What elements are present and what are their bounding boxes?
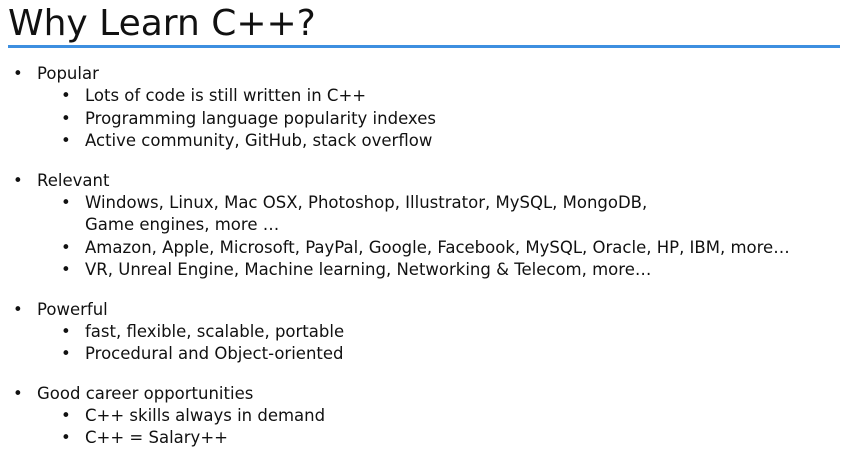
bullet-icon: • [13,170,23,190]
section-relevant: • Relevant • Windows, Linux, Mac OSX, Ph… [0,169,841,282]
bullet-icon: • [61,405,71,425]
section-popular: • Popular • Lots of code is still writte… [0,62,841,153]
section-heading-text: Good career opportunities [37,383,254,403]
list-item: • Windows, Linux, Mac OSX, Photoshop, Il… [0,192,841,237]
section-heading: • Good career opportunities [0,382,841,405]
section-heading-text: Popular [37,64,99,83]
list-item: • C++ skills always in demand [0,405,841,428]
bullet-icon: • [61,260,71,279]
list-item-text: Programming language popularity indexes [85,108,436,128]
list-item-text: Procedural and Object-oriented [85,344,344,363]
slide-content: • Popular • Lots of code is still writte… [0,62,841,450]
list-item: • Amazon, Apple, Microsoft, PayPal, Goog… [0,237,841,260]
list-item-text: Active community, GitHub, stack overflow [85,131,433,150]
bullet-icon: • [61,86,71,105]
list-item-text: C++ skills always in demand [85,405,326,425]
bullet-icon: • [61,321,71,341]
section-career: • Good career opportunities • C++ skills… [0,382,841,450]
list-item: • Procedural and Object-oriented [0,343,841,366]
bullet-icon: • [61,108,71,128]
list-item: • Programming language popularity indexe… [0,108,841,131]
section-heading: • Relevant [0,169,841,192]
list-item-text: Amazon, Apple, Microsoft, PayPal, Google… [85,237,790,257]
section-heading-text: Powerful [37,299,108,319]
section-heading: • Powerful [0,298,841,321]
bullet-icon: • [13,299,23,319]
list-item: • VR, Unreal Engine, Machine learning, N… [0,259,841,282]
list-item-text-continued: Game engines, more … [85,215,280,234]
bullet-icon: • [13,64,23,83]
list-item-text: C++ = Salary++ [85,428,228,447]
bullet-icon: • [61,344,71,363]
section-heading-text: Relevant [37,170,110,190]
bullet-icon: • [61,428,71,447]
list-item-text: VR, Unreal Engine, Machine learning, Net… [85,260,652,279]
list-item: • Active community, GitHub, stack overfl… [0,130,841,153]
section-heading: • Popular [0,62,841,85]
slide-title: Why Learn C++? [8,3,316,44]
bullet-icon: • [61,192,71,212]
bullet-icon: • [61,131,71,150]
title-underline [8,45,840,48]
list-item-text: fast, flexible, scalable, portable [85,321,345,341]
list-item: • Lots of code is still written in C++ [0,85,841,108]
list-item: • C++ = Salary++ [0,427,841,450]
bullet-icon: • [61,237,71,257]
list-item-text: Lots of code is still written in C++ [85,86,367,105]
list-item-text: Windows, Linux, Mac OSX, Photoshop, Illu… [85,192,648,212]
bullet-icon: • [13,383,23,403]
section-powerful: • Powerful • fast, flexible, scalable, p… [0,298,841,366]
list-item: • fast, flexible, scalable, portable [0,321,841,344]
